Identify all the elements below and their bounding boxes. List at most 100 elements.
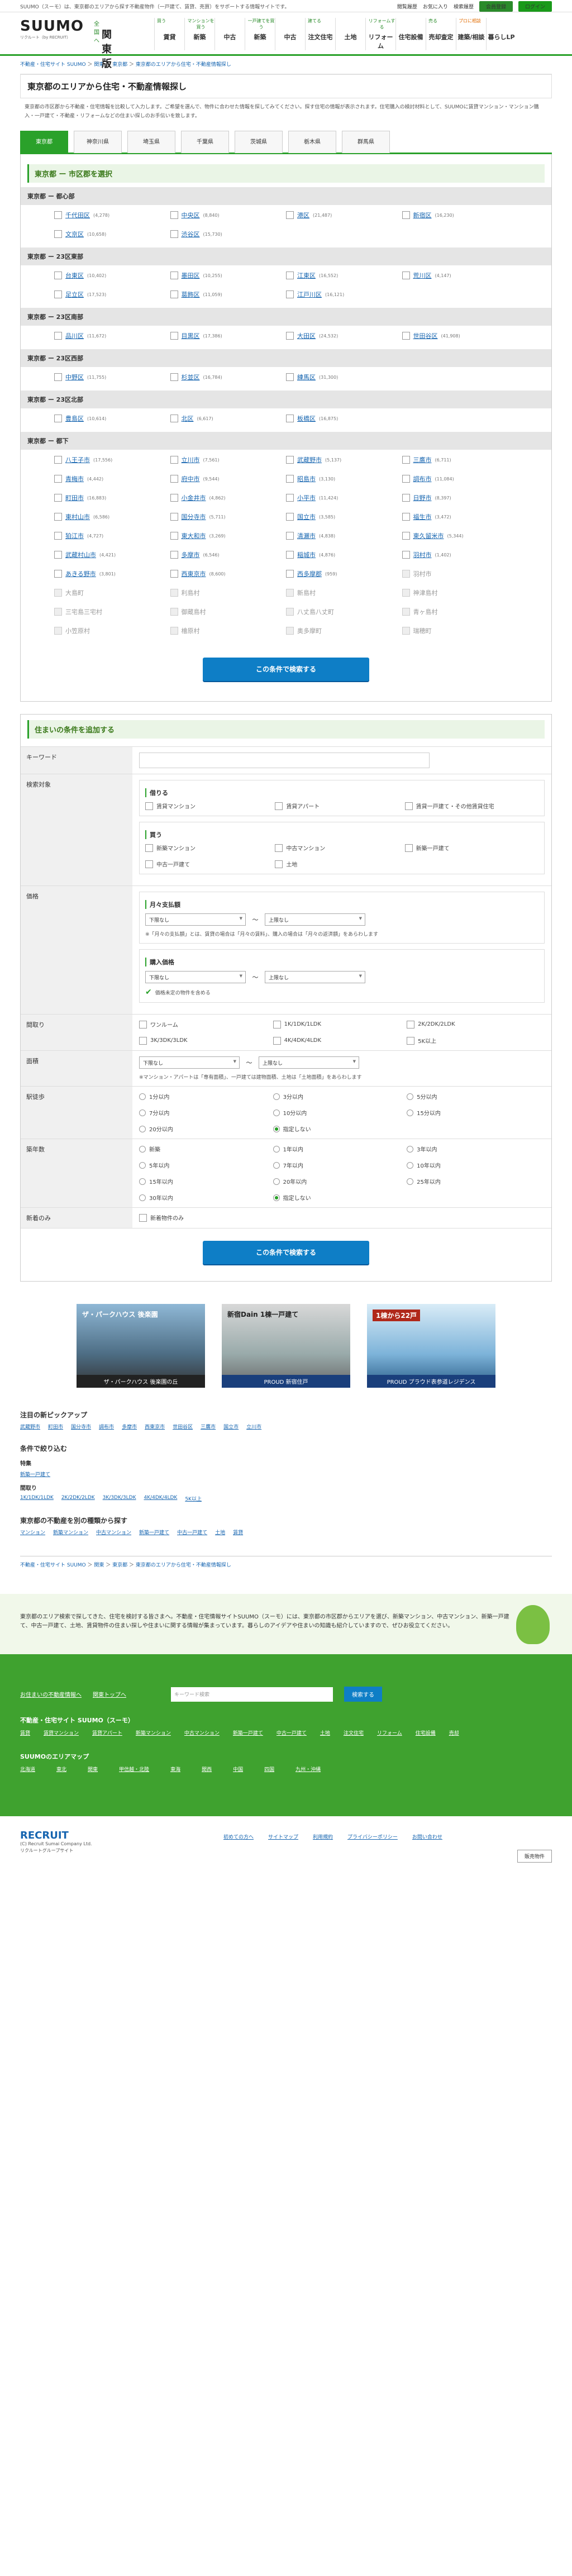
nav-item-1[interactable]: マンションを買う 新築 xyxy=(184,18,214,50)
area-item[interactable]: 清瀬市 (4,838) xyxy=(286,530,402,541)
checkbox[interactable] xyxy=(54,570,62,578)
area-name[interactable]: 八王子市 xyxy=(65,455,90,464)
radio[interactable] xyxy=(139,1194,146,1201)
checkbox[interactable] xyxy=(54,415,62,422)
footer-search-input[interactable]: キーワード検索 xyxy=(171,1687,333,1702)
region-switch[interactable]: 全国へ xyxy=(94,19,99,44)
option-ageopts-0[interactable]: 新築 xyxy=(139,1145,273,1153)
checkbox[interactable] xyxy=(286,494,294,502)
option-buyopts-4[interactable]: 土地 xyxy=(275,860,404,868)
area-name[interactable]: 大田区 xyxy=(297,331,316,340)
checkbox[interactable] xyxy=(402,272,410,279)
checkbox[interactable] xyxy=(402,332,410,340)
checkbox[interactable] xyxy=(286,332,294,340)
checkbox[interactable] xyxy=(170,570,178,578)
radio[interactable] xyxy=(139,1161,146,1169)
special-link-0[interactable]: 新築一戸建て xyxy=(20,1470,50,1478)
area-item[interactable]: 葛飾区 (11,059) xyxy=(170,289,287,300)
area-name[interactable]: 世田谷区 xyxy=(413,331,438,340)
area-item[interactable]: 立川市 (7,561) xyxy=(170,454,287,465)
checkbox[interactable] xyxy=(404,844,413,852)
area-name[interactable]: 東村山市 xyxy=(65,512,90,521)
option-layoutopts-0[interactable]: ワンルーム xyxy=(139,1020,273,1029)
area-name[interactable]: 千代田区 xyxy=(65,211,90,220)
area-name[interactable]: 日野市 xyxy=(413,493,432,502)
pickup-link-9[interactable]: 立川市 xyxy=(246,1423,261,1430)
radio[interactable] xyxy=(139,1145,146,1153)
area-item[interactable]: 足立区 (17,523) xyxy=(54,289,170,300)
pickup-link-2[interactable]: 国分寺市 xyxy=(71,1423,91,1430)
area-name[interactable]: 三鷹市 xyxy=(413,455,432,464)
area-name[interactable]: 中央区 xyxy=(182,211,200,220)
rent-min-select[interactable]: 下限なし xyxy=(145,913,246,926)
radio[interactable] xyxy=(273,1194,280,1201)
area-name[interactable]: 福生市 xyxy=(413,512,432,521)
area-name[interactable]: 多摩市 xyxy=(182,550,200,559)
footer-link-9[interactable]: リフォーム xyxy=(377,1729,402,1736)
type-link-4[interactable]: 中古一戸建て xyxy=(177,1529,207,1536)
type-link-5[interactable]: 土地 xyxy=(215,1529,225,1536)
area-item[interactable]: 目黒区 (17,386) xyxy=(170,330,287,341)
footer-link-5[interactable]: 新築一戸建て xyxy=(233,1729,263,1736)
area-name[interactable]: 狛江市 xyxy=(65,531,84,540)
footer-top-link[interactable]: お住まいの不動産情報へ xyxy=(20,1690,82,1698)
breadcrumb-item-2[interactable]: 東京都 xyxy=(112,62,127,68)
tab-6[interactable]: 群馬県 xyxy=(342,131,390,153)
breadcrumb2-item-2[interactable]: 東京都 xyxy=(112,1563,127,1568)
nav-item-3[interactable]: 一戸建てを買う 新築 xyxy=(245,18,275,50)
area-item[interactable]: 国立市 (3,585) xyxy=(286,511,402,522)
area-name[interactable]: 目黒区 xyxy=(182,331,200,340)
checkbox[interactable] xyxy=(275,802,283,810)
pickup-link-8[interactable]: 国立市 xyxy=(223,1423,239,1430)
checkbox[interactable] xyxy=(170,551,178,559)
option-ageopts-1[interactable]: 1年以内 xyxy=(273,1145,407,1153)
option-ageopts-7[interactable]: 20年以内 xyxy=(273,1177,407,1185)
footer-link-11[interactable]: 売却 xyxy=(449,1729,459,1736)
checkbox[interactable] xyxy=(170,494,178,502)
area-item[interactable]: 三鷹市 (6,711) xyxy=(402,454,518,465)
option-walkopts-5[interactable]: 15分以内 xyxy=(407,1108,541,1117)
area-item[interactable]: 文京区 (10,658) xyxy=(54,228,170,240)
pickup-link-1[interactable]: 町田市 xyxy=(48,1423,63,1430)
checkbox[interactable] xyxy=(170,272,178,279)
tab-5[interactable]: 栃木県 xyxy=(288,131,336,153)
radio[interactable] xyxy=(273,1093,280,1100)
checkbox[interactable] xyxy=(170,211,178,219)
checkbox[interactable] xyxy=(54,475,62,483)
area-name[interactable]: 東大和市 xyxy=(182,531,206,540)
checkbox[interactable] xyxy=(404,802,413,810)
area-item[interactable]: 羽村市 (1,402) xyxy=(402,549,518,560)
area-item[interactable]: 墨田区 (10,255) xyxy=(170,270,287,281)
area-name[interactable]: 港区 xyxy=(297,211,309,220)
checkbox[interactable] xyxy=(286,291,294,298)
area-name[interactable]: 調布市 xyxy=(413,474,432,483)
type-link-3[interactable]: 新築一戸建て xyxy=(139,1529,169,1536)
option-walkopts-6[interactable]: 20分以内 xyxy=(139,1125,273,1133)
nav-item-11[interactable]: 暮らしLP xyxy=(486,18,516,50)
checkbox[interactable] xyxy=(170,415,178,422)
checkbox[interactable] xyxy=(402,532,410,540)
checkbox[interactable] xyxy=(170,291,178,298)
nav-item-10[interactable]: プロに相談 建築/相談 xyxy=(456,18,486,50)
area-name[interactable]: 江戸川区 xyxy=(297,290,322,299)
checkbox[interactable] xyxy=(286,456,294,464)
area-item[interactable]: 東久留米市 (5,344) xyxy=(402,530,518,541)
radio[interactable] xyxy=(407,1109,414,1116)
option-walkopts-1[interactable]: 3分以内 xyxy=(273,1092,407,1101)
footer-area-8[interactable]: 九州・沖縄 xyxy=(295,1765,321,1773)
area-item[interactable]: 武蔵野市 (5,137) xyxy=(286,454,402,465)
type-link-0[interactable]: マンション xyxy=(20,1529,45,1536)
nav-item-2[interactable]: 中古 xyxy=(214,18,245,50)
nav-item-0[interactable]: 買う 賃貸 xyxy=(154,18,184,50)
rent-max-select[interactable]: 上限なし xyxy=(265,913,365,926)
footer-area-6[interactable]: 中国 xyxy=(233,1765,243,1773)
checkbox[interactable] xyxy=(145,802,153,810)
buy-min-select[interactable]: 下限なし xyxy=(145,971,246,983)
checkbox[interactable] xyxy=(54,532,62,540)
option-buyopts-3[interactable]: 中古一戸建て xyxy=(145,860,275,868)
area-item[interactable]: 多摩市 (6,546) xyxy=(170,549,287,560)
checkbox[interactable] xyxy=(54,272,62,279)
nav-item-5[interactable]: 建てる 注文住宅 xyxy=(305,18,335,50)
area-name[interactable]: 西多摩郡 xyxy=(297,569,322,578)
checkbox[interactable] xyxy=(170,332,178,340)
